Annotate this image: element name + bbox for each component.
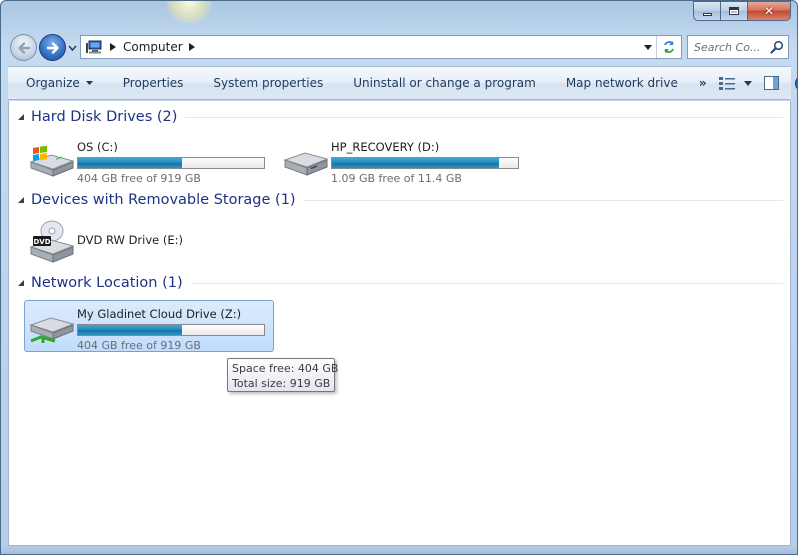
dvd-drive-icon: DVD [25, 217, 77, 265]
tooltip-space-free: Space free: 404 GB [232, 362, 339, 375]
address-bar[interactable]: Computer [80, 35, 682, 59]
help-button[interactable]: ? [789, 75, 797, 92]
group-divider [185, 116, 783, 118]
group-network-location[interactable]: Network Location (1) [17, 275, 783, 291]
group-divider [303, 199, 783, 201]
change-view-button[interactable] [717, 76, 755, 90]
drive-usage-fill [78, 158, 183, 168]
drive-info: DVD RW Drive (E:) [77, 217, 183, 247]
drive-name: DVD RW Drive (E:) [77, 233, 184, 247]
forward-arrow-icon [46, 41, 59, 54]
drive-tile-os-c[interactable]: OS (C:) 404 GB free of 919 GB [25, 134, 275, 186]
caption-buttons: ✕ [693, 1, 791, 21]
window-glow [161, 1, 217, 23]
drive-info: My Gladinet Cloud Drive (Z:) 404 GB free… [77, 301, 265, 352]
group-hard-disk-drives[interactable]: Hard Disk Drives (2) [17, 109, 783, 125]
group-divider [190, 282, 783, 284]
chevron-down-icon [85, 81, 93, 85]
collapse-triangle-icon[interactable] [17, 113, 25, 121]
drive-free-space: 1.09 GB free of 11.4 GB [331, 172, 462, 185]
drive-name: OS (C:) [77, 140, 118, 154]
drive-tooltip: Space free: 404 GB Total size: 919 GB [227, 358, 339, 392]
drive-info: OS (C:) 404 GB free of 919 GB [77, 134, 265, 185]
properties-button[interactable]: Properties [108, 67, 199, 99]
group-title: Network Location (1) [31, 275, 183, 291]
search-box[interactable] [687, 35, 789, 59]
preview-pane-icon [764, 76, 780, 90]
computer-icon [86, 40, 102, 54]
address-controls [639, 36, 681, 58]
group-title: Hard Disk Drives (2) [31, 109, 178, 125]
more-commands-button[interactable]: » [693, 76, 717, 90]
system-properties-button[interactable]: System properties [198, 67, 338, 99]
drive-free-space: 404 GB free of 919 GB [77, 339, 201, 352]
maximize-button[interactable] [720, 1, 747, 21]
maximize-icon [729, 7, 739, 15]
collapse-triangle-icon[interactable] [17, 196, 25, 204]
recent-pages-chevron-down-icon[interactable] [68, 44, 77, 52]
drive-usage-bar [77, 157, 265, 169]
preview-pane-button[interactable] [755, 76, 789, 90]
drive-tile-gladinet-z[interactable]: My Gladinet Cloud Drive (Z:) 404 GB free… [24, 300, 274, 352]
network-drive-icon [25, 301, 77, 349]
breadcrumb-chevron-right-icon[interactable] [110, 43, 116, 51]
address-dropdown-button[interactable] [639, 36, 657, 58]
back-button[interactable] [10, 34, 37, 61]
back-arrow-icon [17, 41, 30, 54]
command-bar: Organize Properties System properties Un… [8, 66, 797, 100]
view-options-icon [719, 77, 736, 90]
breadcrumb-chevron-right-icon[interactable] [188, 43, 195, 51]
uninstall-program-button[interactable]: Uninstall or change a program [338, 67, 551, 99]
hard-drive-icon [279, 134, 331, 182]
command-bar-right: ? [717, 75, 797, 92]
tooltip-total-size: Total size: 919 GB [232, 377, 331, 390]
refresh-icon [664, 41, 674, 53]
refresh-button[interactable] [657, 36, 681, 58]
window-bottom-border [1, 546, 797, 554]
drive-name: HP_RECOVERY (D:) [331, 140, 440, 154]
group-title: Devices with Removable Storage (1) [31, 192, 296, 208]
drive-usage-bar [331, 157, 519, 169]
close-icon: ✕ [763, 4, 775, 18]
drive-name: My Gladinet Cloud Drive (Z:) [77, 307, 242, 321]
drive-tile-hp-recovery-d[interactable]: HP_RECOVERY (D:) 1.09 GB free of 11.4 GB [279, 134, 529, 186]
close-button[interactable]: ✕ [747, 1, 791, 21]
collapse-triangle-icon[interactable] [17, 279, 25, 287]
drive-usage-fill [332, 158, 500, 168]
drive-usage-fill [78, 325, 183, 335]
breadcrumb-computer[interactable]: Computer [123, 40, 183, 54]
minimize-button[interactable] [693, 1, 720, 21]
search-input[interactable] [694, 40, 768, 54]
forward-button[interactable] [39, 34, 66, 61]
dvd-icon-label: DVD [33, 238, 50, 246]
organize-label: Organize [26, 76, 80, 90]
drive-free-space: 404 GB free of 919 GB [77, 172, 201, 185]
minimize-icon [702, 12, 712, 16]
map-network-drive-button[interactable]: Map network drive [551, 67, 693, 99]
organize-button[interactable]: Organize [8, 67, 108, 99]
explorer-window: ✕ Computer Search Co... Organize Propert… [0, 0, 798, 555]
drive-tile-dvd-e[interactable]: DVD DVD RW Drive (E:) [25, 217, 275, 269]
drive-info: HP_RECOVERY (D:) 1.09 GB free of 11.4 GB [331, 134, 519, 185]
chevron-down-icon [643, 44, 652, 50]
search-icon[interactable] [770, 40, 784, 54]
content-pane: Hard Disk Drives (2) OS (C:) 404 GB free… [8, 101, 791, 546]
drive-usage-bar [77, 324, 265, 336]
group-removable-storage[interactable]: Devices with Removable Storage (1) [17, 192, 783, 208]
chevron-down-icon [744, 80, 753, 86]
windows-drive-icon [25, 134, 77, 182]
